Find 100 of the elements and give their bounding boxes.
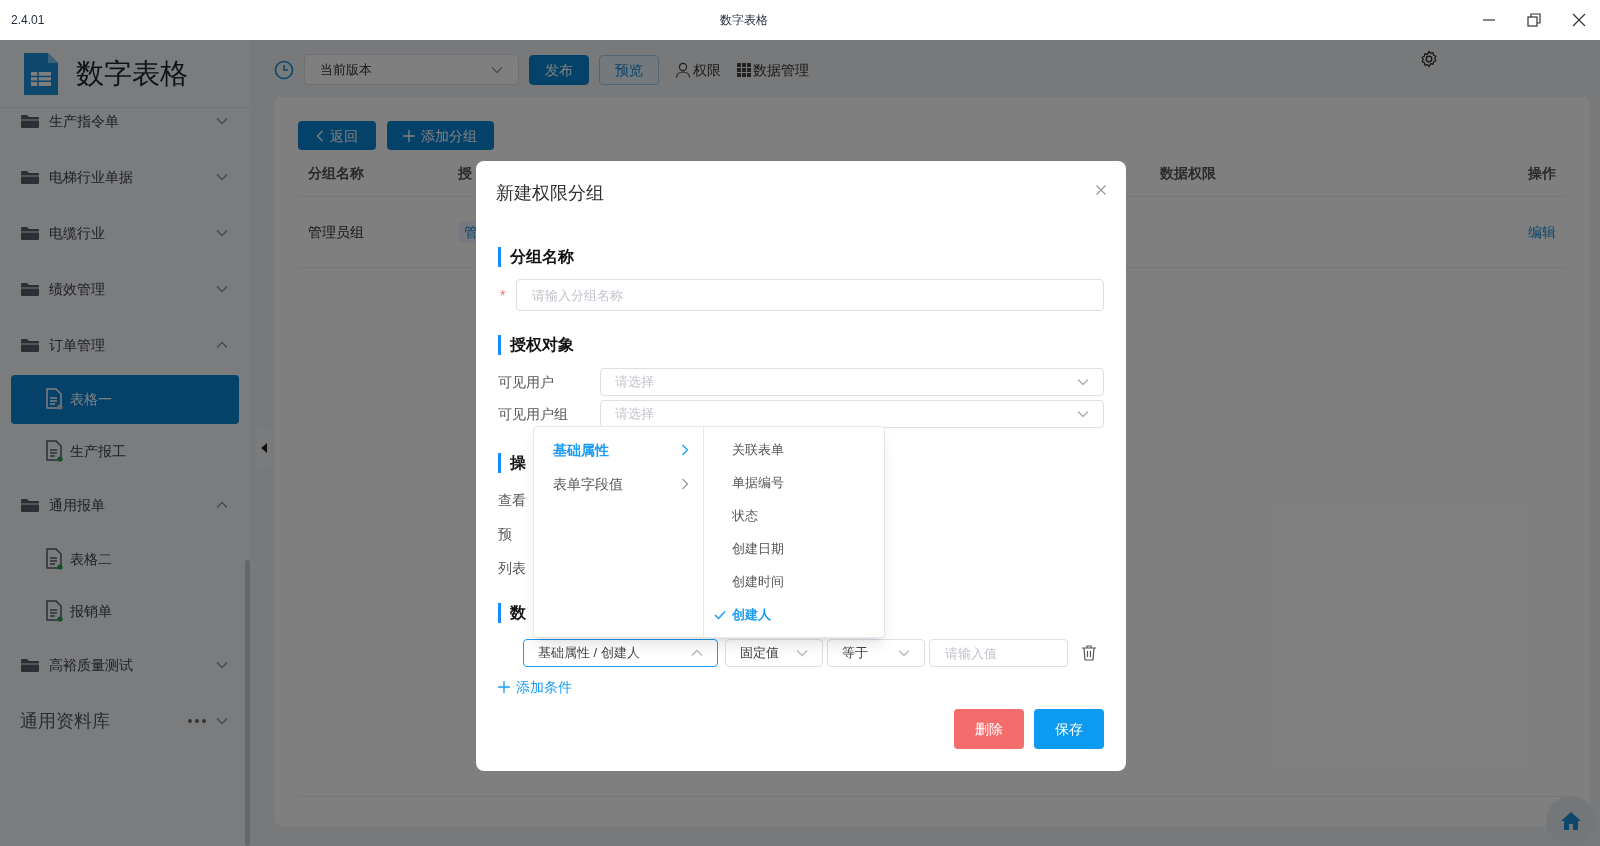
sidebar-item[interactable]: 表格二 (11, 534, 239, 584)
home-button[interactable] (1546, 796, 1596, 846)
section-marker (498, 335, 501, 355)
cascader-option[interactable]: 创建日期 (704, 532, 884, 565)
library-title: 通用资料库 (20, 710, 111, 733)
more-icon[interactable] (188, 719, 206, 723)
chevron-right-icon (681, 478, 689, 490)
value-type-select[interactable]: 固定值 (725, 639, 823, 667)
sidebar-item[interactable]: 生产报工 (11, 426, 239, 476)
sidebar-folder[interactable]: 高裕质量测试 (0, 637, 243, 693)
sidebar-folder[interactable]: 生产指令单 (0, 108, 243, 149)
column-header: 分组名称 (308, 164, 365, 183)
cascader-option[interactable]: 表单字段值 (534, 467, 703, 501)
settings-icon[interactable] (1420, 49, 1438, 68)
column-header: 授 (458, 164, 473, 183)
grid-icon (737, 62, 751, 77)
edit-link[interactable]: 编辑 (1528, 222, 1556, 242)
cascader-option[interactable]: 基础属性 (534, 433, 703, 467)
trash-icon[interactable] (1082, 645, 1096, 661)
close-icon[interactable] (1572, 13, 1586, 27)
section-title: 分组名称 (510, 247, 574, 267)
section-marker (498, 247, 501, 267)
chevron-down-icon (898, 649, 910, 657)
chevron-down-icon (216, 285, 228, 293)
cascader-option[interactable]: 关联表单 (704, 433, 884, 466)
sidebar-folder[interactable]: 订单管理 (0, 317, 243, 373)
chevron-up-icon (216, 341, 228, 349)
operator-select[interactable]: 等于 (827, 639, 925, 667)
folder-icon (20, 337, 40, 353)
app-name: 数字表格 (76, 56, 188, 91)
required-mark: * (499, 286, 507, 305)
section-title: 数 (510, 603, 526, 623)
delete-button[interactable]: 删除 (954, 709, 1024, 749)
document-icon (44, 600, 64, 622)
field-select[interactable]: 基础属性 / 创建人 (523, 639, 718, 667)
user-icon (675, 61, 691, 78)
field-label: 查看 (498, 491, 526, 510)
cascader-option[interactable]: 创建时间 (704, 565, 884, 598)
table-cell-text: 管理员组 (308, 223, 365, 242)
window-title: 数字表格 (720, 12, 768, 28)
plus-icon (498, 681, 510, 693)
document-icon (44, 440, 64, 462)
back-button[interactable]: 返回 (298, 121, 376, 150)
chevron-down-icon (216, 173, 228, 181)
chevron-up-icon (691, 649, 703, 657)
folder-icon (20, 225, 40, 241)
sidebar-folder[interactable]: 绩效管理 (0, 261, 243, 317)
add-group-button[interactable]: 添加分组 (387, 121, 494, 150)
chevron-down-icon (1077, 410, 1089, 418)
cascader-option[interactable]: 状态 (704, 499, 884, 532)
chevron-down-icon (1077, 378, 1089, 386)
field-label: 可见用户 (498, 373, 555, 392)
document-icon (44, 548, 64, 570)
chevron-down-icon (216, 117, 228, 125)
permissions-link[interactable]: 权限 (675, 59, 721, 80)
sidebar-folder[interactable]: 电缆行业 (0, 205, 243, 261)
folder-icon (20, 657, 40, 673)
save-button[interactable]: 保存 (1034, 709, 1104, 749)
section-marker (498, 453, 501, 473)
folder-icon (20, 281, 40, 297)
folder-icon (20, 113, 40, 129)
sidebar-item[interactable]: 表格一 (11, 374, 239, 424)
publish-button[interactable]: 发布 (529, 54, 589, 85)
home-icon (1560, 811, 1582, 831)
cascader-option[interactable]: 创建人 (704, 598, 884, 631)
chevron-down-icon (491, 65, 503, 74)
data-management-link[interactable]: 数据管理 (737, 59, 809, 80)
restore-icon[interactable] (1527, 13, 1541, 27)
value-field[interactable]: 请输入值 (929, 639, 1068, 667)
folder-icon (20, 497, 40, 513)
preview-button[interactable]: 预览 (599, 54, 659, 85)
add-condition-link[interactable]: 添加条件 (498, 677, 572, 697)
check-icon (714, 609, 726, 620)
version-select[interactable]: 当前版本 (304, 54, 519, 85)
chevron-down-icon (796, 649, 808, 657)
section-marker (498, 603, 501, 623)
sidebar-item[interactable]: 报销单 (11, 586, 239, 636)
group-name-field[interactable]: 请输入分组名称 (516, 279, 1104, 311)
chevron-left-icon (316, 129, 324, 142)
chevron-down-icon (216, 661, 228, 669)
section-title: 操 (510, 453, 526, 473)
field-label: 可见用户组 (498, 405, 569, 424)
dialog-title: 新建权限分组 (496, 182, 604, 205)
sidebar-folder[interactable]: 通用报单 (0, 477, 243, 533)
chevron-down-icon (216, 717, 228, 725)
column-header: 操作 (1528, 164, 1556, 183)
chevron-right-icon (681, 444, 689, 456)
chevron-up-icon (216, 501, 228, 509)
sidebar-folder[interactable]: 电梯行业单据 (0, 149, 243, 205)
cascader-option[interactable]: 单据编号 (704, 466, 884, 499)
plus-icon (403, 129, 415, 142)
chevron-down-icon (216, 229, 228, 237)
caret-left-icon (261, 443, 267, 453)
column-header: 数据权限 (1160, 164, 1217, 183)
field-label: 列表 (498, 559, 526, 578)
clock-icon[interactable] (274, 59, 294, 80)
version-label: 2.4.01 (10, 12, 45, 28)
folder-icon (20, 169, 40, 185)
document-icon (44, 388, 64, 410)
section-title: 授权对象 (510, 335, 574, 355)
